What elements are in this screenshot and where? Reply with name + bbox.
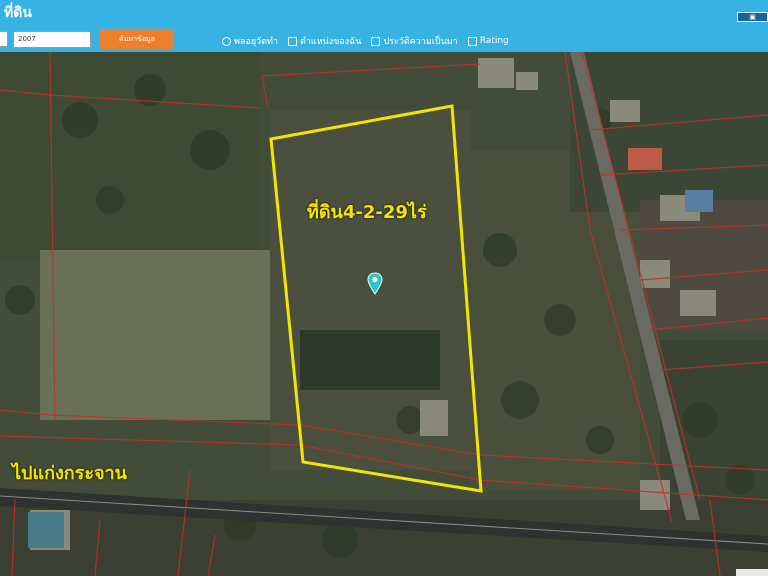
- layer-options: พลอยุวัตทำ ตำแหน่งของฉัน ประวัติความเป็น…: [222, 34, 509, 48]
- option-item[interactable]: ประวัติความเป็นมา: [371, 34, 458, 48]
- option-item[interactable]: พลอยุวัตทำ: [222, 34, 278, 48]
- option-label: ตำแหน่งของฉัน: [300, 37, 362, 47]
- radio-icon[interactable]: [222, 36, 231, 46]
- page-title: ที่ดิน: [4, 5, 32, 21]
- option-label: พลอยุวัตทำ: [234, 37, 279, 47]
- satellite-map[interactable]: [0, 52, 768, 576]
- top-toolbar: ที่ดิน 2007 ค้นหาข้อมูล พลอยุวัตทำ ตำแหน…: [0, 0, 768, 52]
- year-input[interactable]: 2007: [13, 31, 91, 48]
- map-pin-icon[interactable]: [367, 272, 383, 296]
- checkbox-icon[interactable]: [288, 36, 298, 46]
- map-control-button[interactable]: ▣: [737, 12, 768, 22]
- left-input[interactable]: [0, 31, 8, 47]
- search-button[interactable]: ค้นหาข้อมูล: [100, 29, 174, 49]
- option-item[interactable]: ตำแหน่งของฉัน: [288, 34, 361, 48]
- option-label: ประวัติความเป็นมา: [383, 37, 458, 47]
- option-label: Rating: [479, 36, 509, 46]
- checkbox-icon[interactable]: [467, 36, 477, 46]
- plot-area-label: ที่ดิน4-2-29ไร่: [307, 202, 427, 223]
- checkbox-icon[interactable]: [371, 36, 381, 46]
- option-item[interactable]: Rating: [467, 34, 509, 48]
- road-direction-label: ไปแก่งกระจาน: [12, 463, 127, 484]
